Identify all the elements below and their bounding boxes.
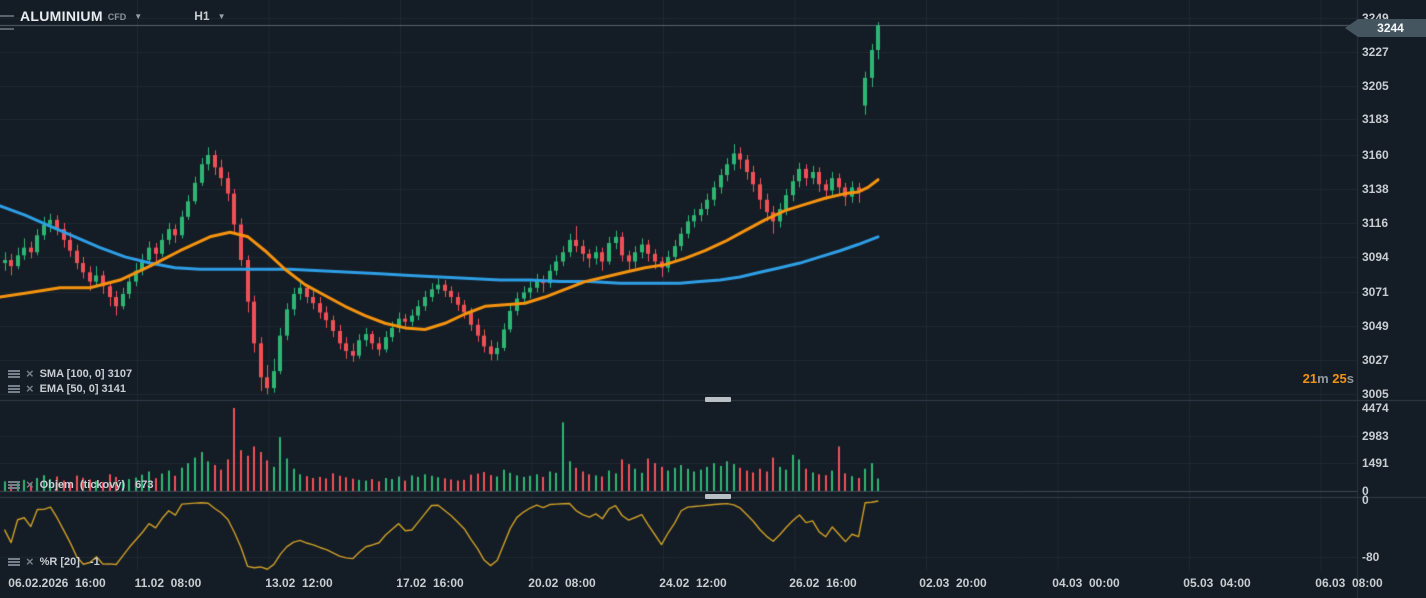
- volume-axis-tick: 1491: [1362, 456, 1389, 470]
- left-edge-tick: [0, 28, 14, 30]
- time-axis-tick: 20.02 08:00: [528, 576, 595, 590]
- time-axis-tick: 26.02 16:00: [789, 576, 856, 590]
- price-axis-tick: 3183: [1362, 112, 1389, 126]
- chevron-down-icon[interactable]: ▼: [134, 12, 142, 21]
- panel-resize-handle[interactable]: [705, 494, 731, 499]
- time-axis-tick: 11.02 08:00: [135, 576, 202, 590]
- time-axis-tick: 06.03 08:00: [1315, 576, 1382, 590]
- wpr-indicator-label: %R [20]: [40, 556, 80, 568]
- indicator-menu-icon[interactable]: [8, 370, 20, 372]
- left-edge-tick: [0, 15, 14, 17]
- price-axis-tick: 3027: [1362, 353, 1389, 367]
- wpr-axis-tick: -80: [1362, 550, 1379, 564]
- price-axis-tick: 3227: [1362, 45, 1389, 59]
- time-axis-tick: 04.03 00:00: [1052, 576, 1119, 590]
- ema-indicator-label: EMA [50, 0] 3141: [40, 383, 126, 395]
- time-axis-tick: 05.03 04:00: [1183, 576, 1250, 590]
- candle-countdown-timer: 21m 25s: [1303, 371, 1354, 386]
- indicator-remove-icon[interactable]: ×: [26, 384, 34, 394]
- time-axis-tick: 17.02 16:00: [396, 576, 463, 590]
- instrument-type-label: CFD: [108, 12, 127, 22]
- indicator-menu-icon[interactable]: [8, 558, 20, 560]
- price-axis-tick: 3049: [1362, 319, 1389, 333]
- time-axis-tick: 24.02 12:00: [659, 576, 726, 590]
- volume-indicator-value: 673: [135, 479, 153, 491]
- indicator-remove-icon[interactable]: ×: [26, 369, 34, 379]
- price-axis-tick: 3071: [1362, 285, 1389, 299]
- symbol-selector[interactable]: ALUMINIUM CFD ▼: [20, 8, 142, 24]
- indicator-legend-sma: × SMA [100, 0] 3107: [8, 368, 132, 380]
- indicator-legend-ema: × EMA [50, 0] 3141: [8, 383, 126, 395]
- price-axis-tick: 3094: [1362, 250, 1389, 264]
- sma-indicator-label: SMA [100, 0] 3107: [40, 368, 133, 380]
- timeframe-selector[interactable]: H1 ▼: [194, 9, 225, 23]
- price-axis-tick: 3138: [1362, 182, 1389, 196]
- time-axis-tick: 06.02.2026 16:00: [8, 576, 105, 590]
- price-axis-tick: 3160: [1362, 148, 1389, 162]
- indicator-menu-icon[interactable]: [8, 481, 20, 483]
- chart-header: ALUMINIUM CFD ▼ H1 ▼: [20, 8, 225, 24]
- price-axis-tick: 3005: [1362, 387, 1389, 401]
- chevron-down-icon[interactable]: ▼: [218, 12, 226, 21]
- indicator-menu-icon[interactable]: [8, 385, 20, 387]
- timer-seconds: 25: [1332, 371, 1346, 386]
- indicator-legend-volume: × Objem (tickový) 673: [8, 479, 154, 491]
- price-axis-tick: 3116: [1362, 216, 1388, 230]
- timer-seconds-unit: s: [1347, 371, 1354, 386]
- time-axis-tick: 02.03 20:00: [919, 576, 986, 590]
- time-axis-tick: 13.02 12:00: [265, 576, 332, 590]
- trading-chart-window: ALUMINIUM CFD ▼ H1 ▼ × SMA [100, 0] 3107…: [0, 0, 1426, 598]
- timeframe-label: H1: [194, 9, 209, 23]
- price-axis-tick: 3205: [1362, 79, 1389, 93]
- wpr-axis-tick: 0: [1362, 493, 1369, 507]
- timer-minutes: 21: [1303, 371, 1317, 386]
- volume-axis-tick: 4474: [1362, 401, 1389, 415]
- indicator-remove-icon[interactable]: ×: [26, 557, 34, 567]
- chart-canvas[interactable]: [0, 0, 1426, 598]
- current-price-badge: 3244: [1345, 19, 1426, 37]
- volume-indicator-label: Objem (tickový): [40, 479, 126, 491]
- indicator-remove-icon[interactable]: ×: [26, 480, 34, 490]
- timer-minutes-unit: m: [1317, 371, 1329, 386]
- panel-resize-handle[interactable]: [705, 397, 731, 402]
- symbol-name: ALUMINIUM: [20, 8, 103, 24]
- indicator-legend-wpr: × %R [20] -1: [8, 556, 100, 568]
- volume-axis-tick: 2983: [1362, 429, 1389, 443]
- current-price-value: 3244: [1377, 21, 1404, 35]
- wpr-indicator-value: -1: [90, 556, 100, 568]
